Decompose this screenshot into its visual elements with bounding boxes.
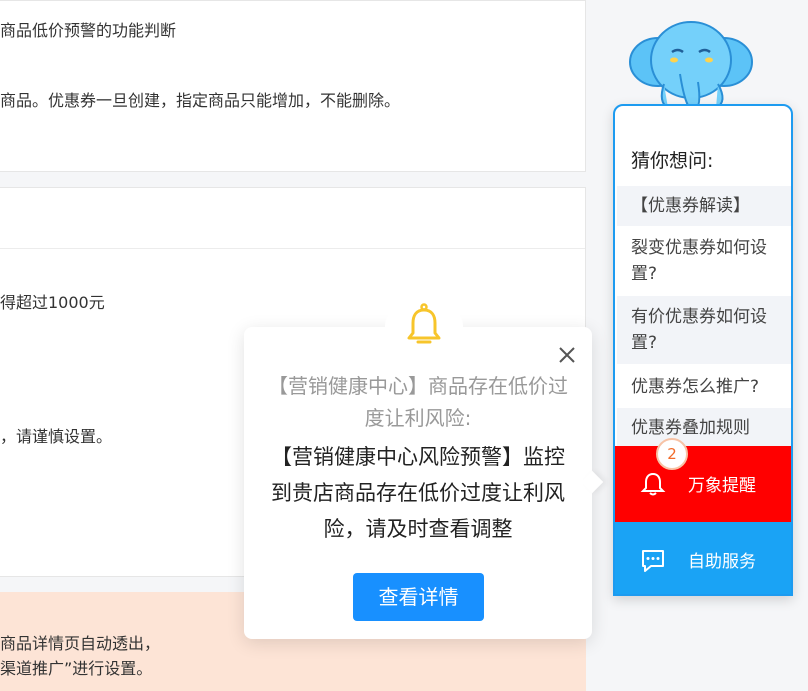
remind-count-badge: 2 xyxy=(656,438,688,470)
card-text-line: 商品。优惠券一旦创建，指定商品只能增加，不能删除。 xyxy=(0,91,401,110)
question-item[interactable]: 有价优惠券如何设置? xyxy=(617,296,791,364)
coupon-info-card: 商品低价预警的功能判断 商品。优惠券一旦创建，指定商品只能增加，不能删除。 xyxy=(0,0,586,172)
card-text-line: ，请谨慎设置。 xyxy=(0,427,113,446)
question-item[interactable]: 【优惠券解读】 xyxy=(617,186,791,226)
card-text-line: 商品低价预警的功能判断 xyxy=(0,21,177,40)
popup-title: 【营销健康中心】商品存在低价过度让利风险: xyxy=(268,374,568,430)
self-service-label: 自助服务 xyxy=(688,552,756,572)
bell-icon xyxy=(640,472,666,496)
card-divider xyxy=(0,248,585,249)
question-item[interactable]: 优惠券叠加规则 xyxy=(617,408,791,448)
question-item[interactable]: 裂变优惠券如何设置? xyxy=(617,228,791,294)
view-details-button[interactable]: 查看详情 xyxy=(353,573,484,621)
remind-button[interactable]: 万象提醒 xyxy=(615,446,791,522)
card-text-line: 得超过1000元 xyxy=(0,293,105,312)
close-icon[interactable] xyxy=(555,343,579,367)
remind-label: 万象提醒 xyxy=(688,476,756,496)
notice-text-line: 商品详情页自动透出， xyxy=(0,634,161,653)
assistant-panel: 猜你想问: 【优惠券解读】 裂变优惠券如何设置? 有价优惠券如何设置? 优惠券怎… xyxy=(613,104,793,596)
question-item[interactable]: 优惠券怎么推广? xyxy=(617,368,791,408)
bell-icon xyxy=(407,303,441,344)
elephant-mascot-icon xyxy=(629,21,753,112)
popup-bell-holder xyxy=(385,298,463,354)
self-service-button[interactable]: 自助服务 xyxy=(615,522,791,594)
notice-text-line: 渠道推广”进行设置。 xyxy=(0,659,153,678)
popup-body: 【营销健康中心风险预警】监控到贵店商品存在低价过度让利风险，请及时查看调整 xyxy=(271,445,565,541)
chat-icon xyxy=(642,550,664,572)
guess-title: 猜你想问: xyxy=(631,150,714,172)
